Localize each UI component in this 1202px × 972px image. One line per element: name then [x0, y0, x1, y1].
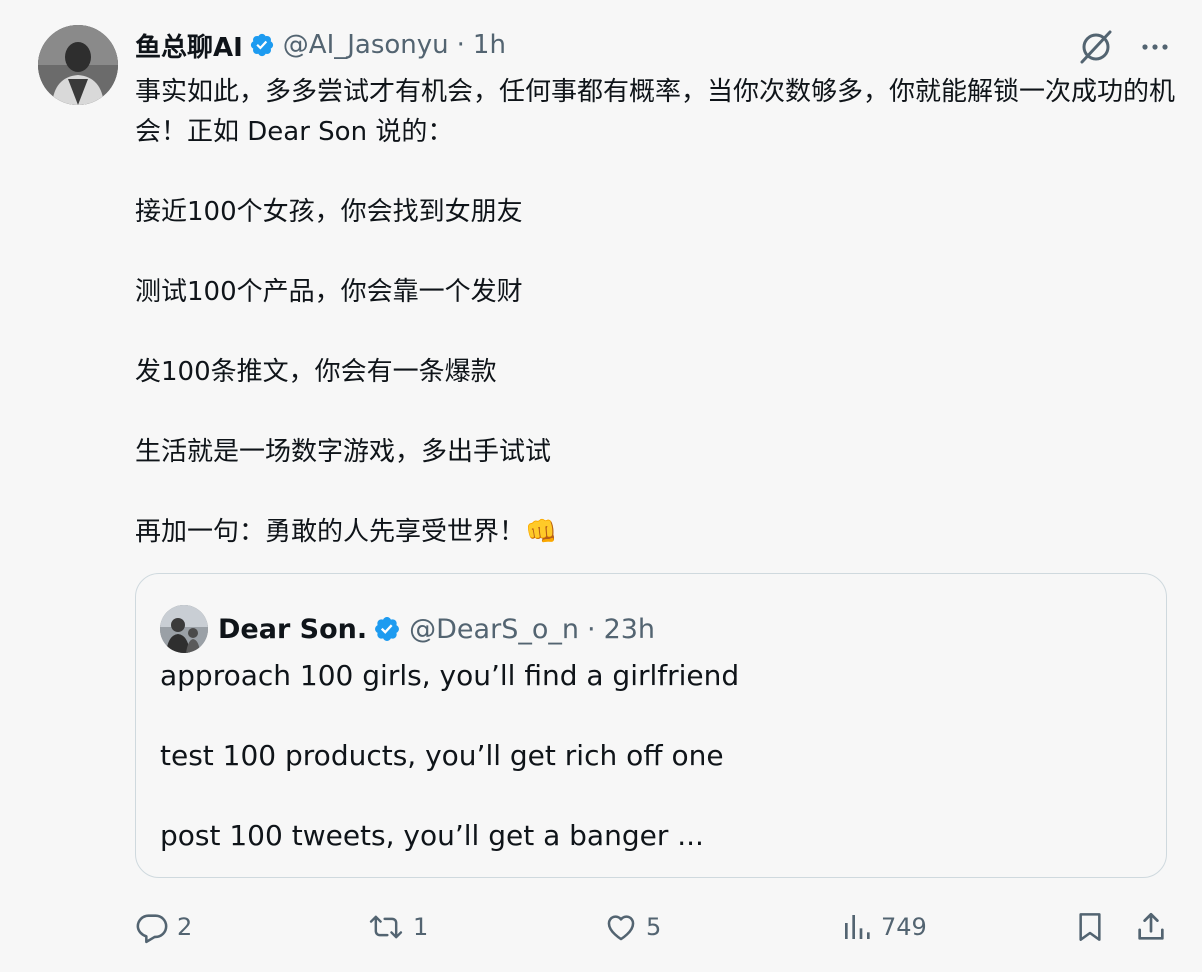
- views-icon: [841, 911, 873, 943]
- share-icon: [1134, 910, 1168, 944]
- author-name[interactable]: 鱼总聊AI: [135, 27, 243, 64]
- quoted-tweet-text: approach 100 girls, you’ll find a girlfr…: [160, 659, 740, 852]
- views-count: 749: [881, 913, 927, 941]
- share-button[interactable]: [1134, 900, 1168, 954]
- tweet-text: 事实如此，多多尝试才有机会，任何事都有概率，当你次数够多，你就能解锁一次成功的机…: [135, 77, 1176, 547]
- bookmark-icon: [1074, 910, 1106, 944]
- reply-icon: [135, 910, 169, 944]
- verified-badge-icon[interactable]: [249, 32, 275, 58]
- like-count: 5: [646, 913, 662, 941]
- retweet-count: 1: [413, 913, 429, 941]
- tweet-header: 鱼总聊AI @AI_Jasonyu · 1h: [135, 25, 506, 65]
- verified-badge-icon[interactable]: [373, 615, 401, 643]
- like-button[interactable]: 5: [604, 900, 661, 954]
- quoted-separator: ·: [586, 613, 596, 645]
- heart-icon: [604, 910, 638, 944]
- views-button[interactable]: 749: [841, 900, 927, 954]
- quoted-author-handle[interactable]: @DearS_o_n: [409, 614, 579, 645]
- tweet-time[interactable]: 1h: [473, 30, 506, 60]
- bookmark-button[interactable]: [1074, 900, 1106, 954]
- reply-count: 2: [177, 913, 193, 941]
- tweet-action-bar: 2 1 5 749: [0, 900, 1202, 954]
- retweet-button[interactable]: 1: [367, 900, 428, 954]
- quoted-tweet-time[interactable]: 23h: [604, 614, 655, 645]
- quoted-author-name[interactable]: Dear Son.: [218, 614, 367, 645]
- author-avatar[interactable]: [38, 25, 118, 105]
- author-handle[interactable]: @AI_Jasonyu: [283, 30, 449, 60]
- tweet-top-actions: [1076, 27, 1172, 71]
- grok-icon[interactable]: [1076, 27, 1116, 71]
- reply-button[interactable]: 2: [135, 900, 192, 954]
- more-icon[interactable]: [1138, 30, 1172, 68]
- quoted-tweet[interactable]: Dear Son. @DearS_o_n · 23h approach 100 …: [135, 573, 1167, 878]
- quoted-header: Dear Son. @DearS_o_n · 23h: [218, 605, 655, 653]
- header-separator: ·: [456, 30, 465, 60]
- quoted-author-avatar[interactable]: [160, 605, 208, 653]
- retweet-icon: [367, 910, 405, 944]
